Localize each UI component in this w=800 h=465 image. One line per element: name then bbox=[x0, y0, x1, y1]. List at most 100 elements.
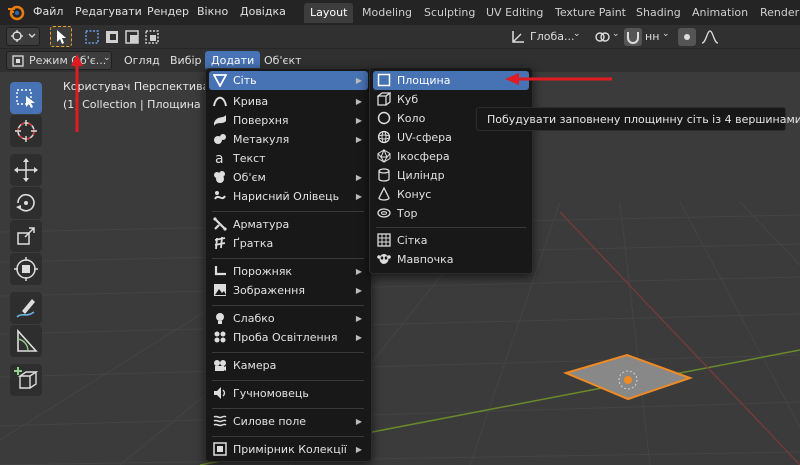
falloff-curve-icon[interactable] bbox=[700, 29, 720, 45]
menu-separator bbox=[212, 352, 364, 353]
add-menu-label: Порожняк bbox=[233, 265, 293, 278]
menu-separator bbox=[376, 227, 526, 228]
metaball-icon bbox=[214, 134, 226, 144]
lattice-icon bbox=[214, 236, 226, 250]
add-menu-label: Метакуля bbox=[233, 133, 290, 146]
plane-icon bbox=[377, 73, 391, 87]
select-tool-button[interactable] bbox=[50, 26, 72, 47]
volume-icon bbox=[214, 171, 225, 183]
tool-select-box[interactable] bbox=[10, 82, 42, 114]
tool-scale[interactable] bbox=[10, 220, 42, 252]
tool-annotate[interactable] bbox=[10, 292, 42, 324]
add-menu-label: Примірник Колекції bbox=[233, 443, 347, 456]
mesh-menu-cone[interactable]: Конус bbox=[373, 185, 529, 204]
grid-icon bbox=[377, 233, 391, 247]
select-mode-icons[interactable] bbox=[84, 29, 172, 45]
submenu-arrow-icon: ▶ bbox=[355, 417, 362, 426]
add-menu-label: Проба Освітлення bbox=[233, 331, 338, 344]
text-icon: a bbox=[215, 151, 224, 165]
add-menu-metaball[interactable]: Метакуля ▶ bbox=[209, 130, 368, 149]
empty-icon bbox=[214, 266, 226, 276]
mesh-menu-cylinder[interactable]: Циліндр bbox=[373, 166, 529, 185]
torus-icon bbox=[377, 208, 391, 218]
tool-measure[interactable] bbox=[10, 325, 42, 357]
tab-layout[interactable]: Layout bbox=[304, 3, 354, 23]
add-menu-grease-pencil[interactable]: Нарисний Олівець ▶ bbox=[209, 187, 368, 206]
object-mode-label: Режим Об'є... bbox=[29, 54, 107, 67]
tool-settings-header: Глоба... ⌄ ⌄ нн ⌄ bbox=[0, 25, 800, 49]
mesh-menu-label: Коло bbox=[397, 112, 426, 125]
add-menu-text[interactable]: a Текст bbox=[209, 149, 368, 168]
add-menu-lattice[interactable]: Ґратка bbox=[209, 234, 368, 253]
add-menu-light[interactable]: Слабко ▶ bbox=[209, 309, 368, 328]
magnet-icon[interactable] bbox=[624, 28, 642, 46]
tool-move[interactable] bbox=[10, 154, 42, 186]
transform-orientation-select[interactable]: Глоба... bbox=[530, 30, 574, 43]
add-menu-curve[interactable]: Крива ▶ bbox=[209, 92, 368, 111]
mesh-menu-torus[interactable]: Тор bbox=[373, 204, 529, 223]
mesh-menu-plane[interactable]: Площина bbox=[373, 71, 529, 90]
add-menu-image[interactable]: Зображення ▶ bbox=[209, 281, 368, 300]
add-menu-light-probe[interactable]: Проба Освітлення ▶ bbox=[209, 328, 368, 347]
chevron-down-icon[interactable]: ⌄ bbox=[573, 29, 581, 39]
submenu-arrow-icon: ▶ bbox=[355, 173, 362, 182]
chevron-down-icon[interactable]: ⌄ bbox=[662, 29, 670, 39]
proportional-editing-icon[interactable] bbox=[678, 28, 696, 46]
menu-select[interactable]: Вибір bbox=[164, 51, 208, 70]
add-menu-mesh[interactable]: Сіть ▶ bbox=[209, 71, 368, 90]
tab-rendering[interactable]: Renderi bbox=[754, 3, 800, 23]
tool-transform[interactable] bbox=[10, 253, 42, 285]
transform-pivot-icon[interactable] bbox=[510, 29, 526, 45]
object-mode-select[interactable]: Режим Об'є... ⌄ bbox=[6, 51, 112, 70]
menu-separator bbox=[212, 436, 364, 437]
tool-add-cube[interactable] bbox=[10, 364, 42, 396]
add-menu: Сіть ▶ Крива ▶ Поверхня ▶ Метакуля ▶ a Текст… bbox=[205, 68, 372, 462]
surface-icon bbox=[214, 115, 226, 126]
curve-icon bbox=[213, 96, 227, 107]
add-menu-label: Об'єм bbox=[233, 171, 266, 184]
menu-file[interactable]: Файл bbox=[33, 5, 63, 18]
menu-separator bbox=[212, 305, 364, 306]
add-menu-surface[interactable]: Поверхня ▶ bbox=[209, 111, 368, 130]
tab-modeling[interactable]: Modeling bbox=[356, 3, 418, 23]
tab-animation[interactable]: Animation bbox=[686, 3, 754, 23]
menu-help[interactable]: Довідка bbox=[240, 5, 286, 18]
menu-render[interactable]: Рендер bbox=[147, 5, 189, 18]
add-menu-speaker[interactable]: Гучномовець bbox=[209, 384, 368, 403]
add-menu-force-field[interactable]: Силове поле ▶ bbox=[209, 412, 368, 431]
menu-edit[interactable]: Редагувати bbox=[75, 5, 142, 18]
uv-sphere-icon bbox=[377, 130, 391, 144]
mesh-menu-monkey[interactable]: Мавпочка bbox=[373, 250, 529, 269]
add-menu-camera[interactable]: Камера bbox=[209, 356, 368, 375]
editor-type-button[interactable] bbox=[6, 27, 40, 46]
add-menu-empty[interactable]: Порожняк ▶ bbox=[209, 262, 368, 281]
menu-window[interactable]: Вікно bbox=[197, 5, 228, 18]
tool-rotate[interactable] bbox=[10, 187, 42, 219]
menu-separator bbox=[212, 211, 364, 212]
add-menu-collection-instance[interactable]: Примірник Колекції ▶ bbox=[209, 440, 368, 459]
mesh-menu-grid[interactable]: Сітка bbox=[373, 231, 529, 250]
menu-separator bbox=[212, 408, 364, 409]
tab-uv-editing[interactable]: UV Editing bbox=[480, 3, 549, 23]
tab-texture-paint[interactable]: Texture Paint bbox=[549, 3, 632, 23]
add-menu-label: Крива bbox=[233, 95, 269, 108]
add-menu-armature[interactable]: Арматура bbox=[209, 215, 368, 234]
add-menu-label: Гучномовець bbox=[233, 387, 309, 400]
add-menu-volume[interactable]: Об'єм ▶ bbox=[209, 168, 368, 187]
tool-cursor[interactable] bbox=[10, 115, 42, 147]
submenu-arrow-icon: ▶ bbox=[355, 76, 362, 85]
tab-sculpting[interactable]: Sculpting bbox=[418, 3, 481, 23]
blender-logo-icon[interactable] bbox=[6, 3, 26, 21]
add-menu-label: Слабко bbox=[233, 312, 275, 325]
mesh-menu-icosphere[interactable]: Ікосфера bbox=[373, 147, 529, 166]
proportional-edit-select[interactable]: нн bbox=[645, 30, 659, 43]
armature-icon bbox=[213, 217, 227, 231]
menu-view[interactable]: Огляд bbox=[118, 51, 166, 70]
snap-icon[interactable] bbox=[594, 29, 610, 45]
tab-shading[interactable]: Shading bbox=[630, 3, 687, 23]
submenu-arrow-icon: ▶ bbox=[355, 116, 362, 125]
tooltip: Побудувати заповнену площинну сіть із 4 … bbox=[476, 107, 800, 131]
chevron-down-icon[interactable]: ⌄ bbox=[612, 29, 620, 39]
mesh-icon bbox=[213, 74, 227, 87]
image-icon bbox=[214, 284, 226, 296]
